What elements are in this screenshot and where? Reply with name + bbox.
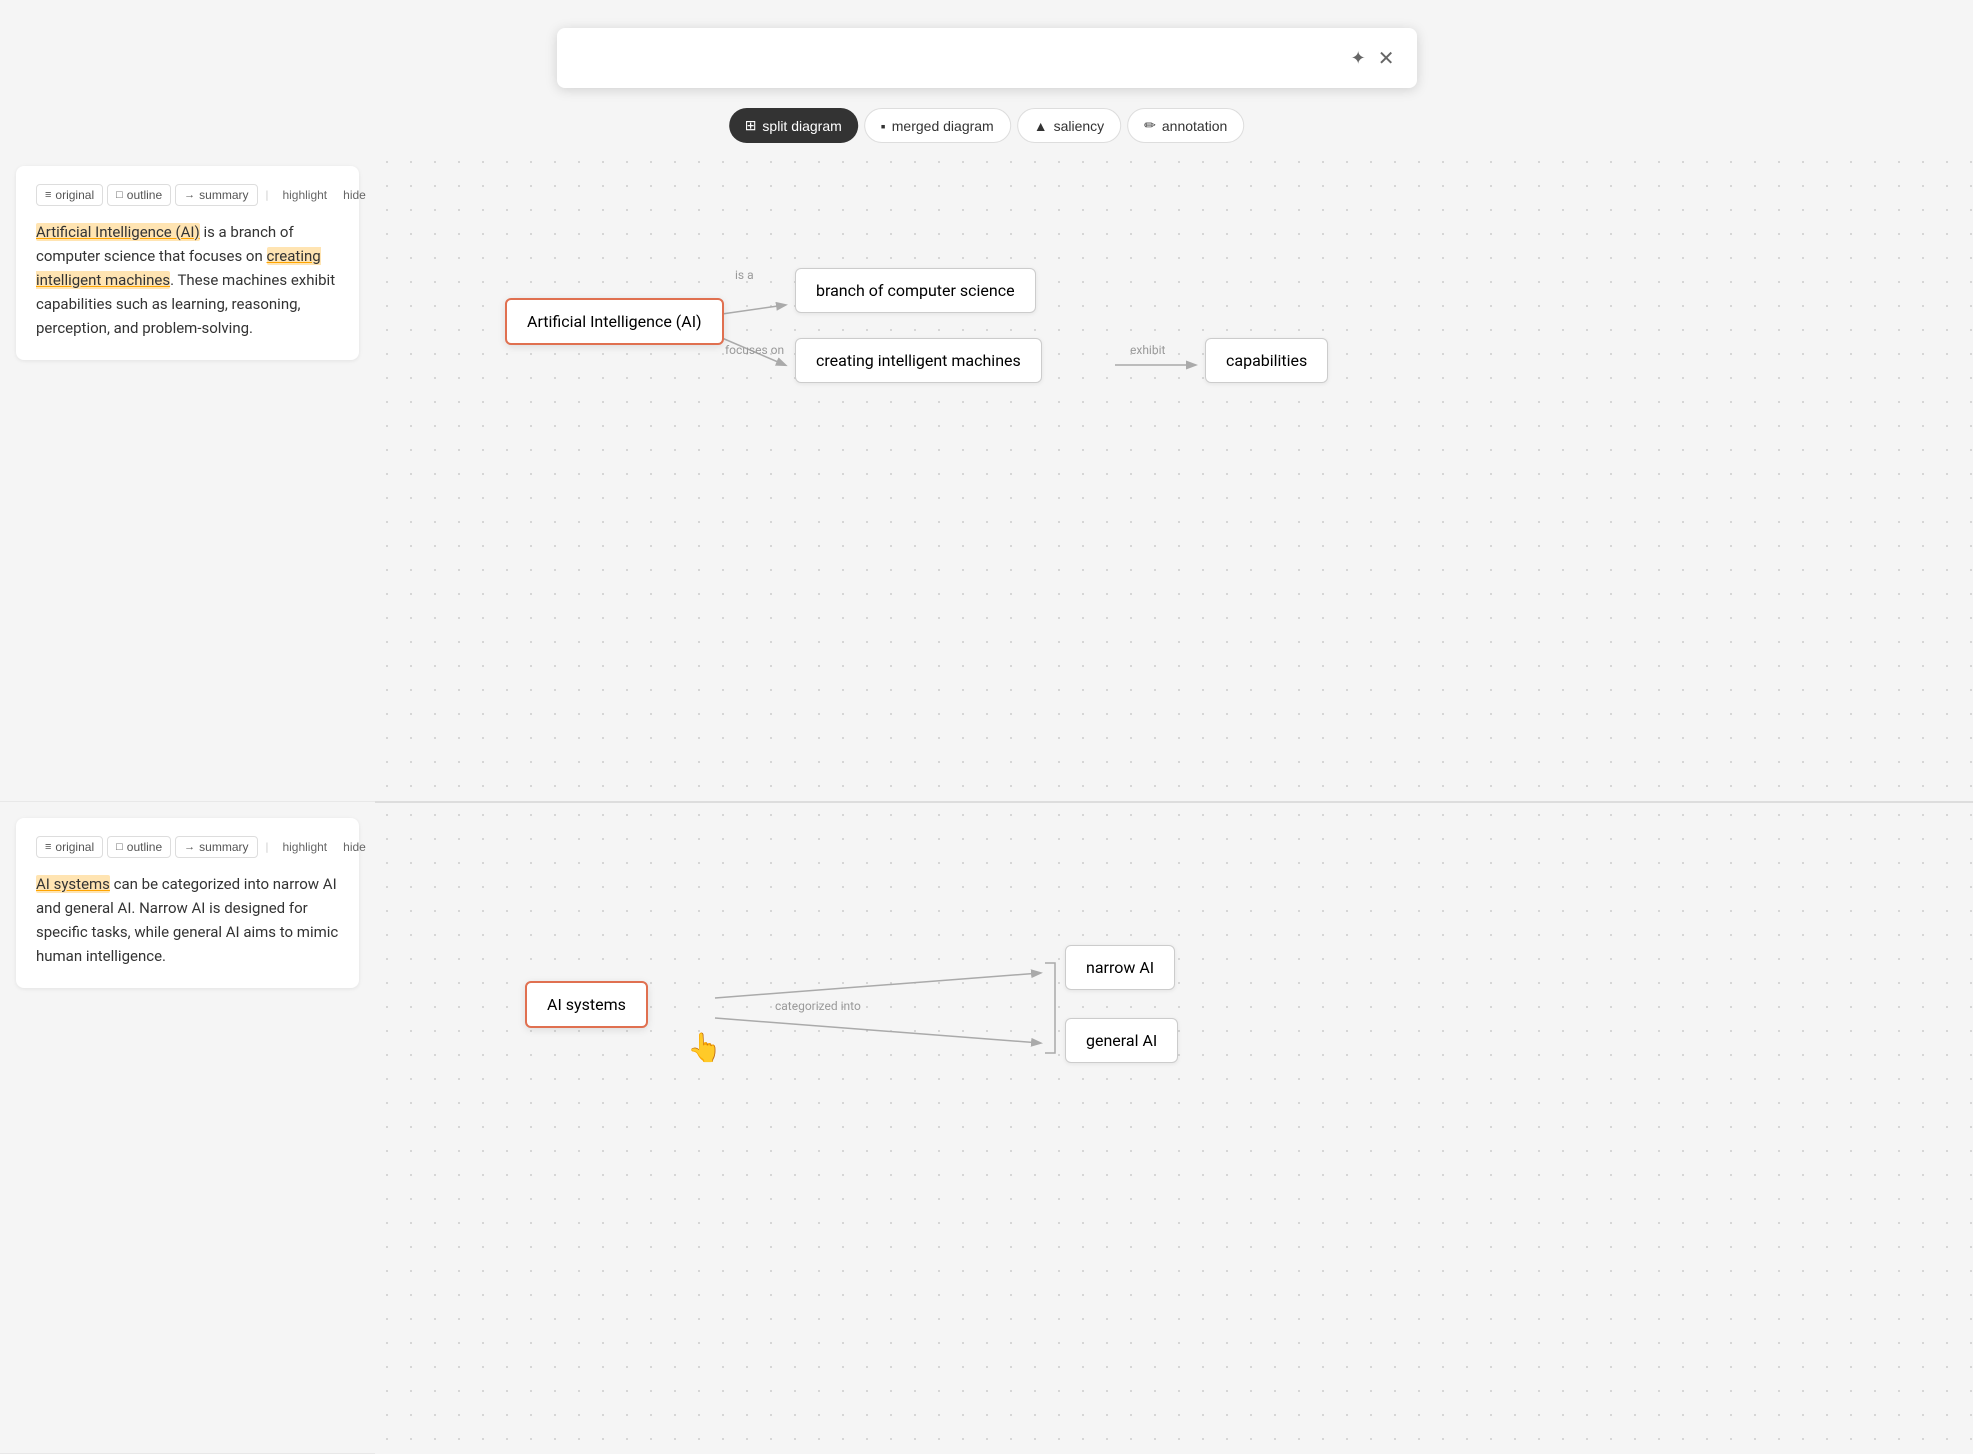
left-panel: ≡ original □ outline → summary | highlig… [0,150,375,1454]
node-capabilities-label: capabilities [1226,351,1307,370]
tab-summary-1[interactable]: → summary [175,184,257,206]
text-card-2: ≡ original □ outline → summary | highlig… [16,818,359,988]
edge-label-exhibit: exhibit [1130,343,1165,357]
diagram-content-1: Artificial Intelligence (AI) branch of c… [375,150,1973,801]
tab-outline-2[interactable]: □ outline [107,836,171,858]
outline-label-2: outline [127,840,162,854]
tab-original-1[interactable]: ≡ original [36,184,103,206]
diagram-svg-1 [375,150,1973,801]
diagram-svg-2 [375,803,1973,1454]
highlight-btn-2[interactable]: highlight [276,837,333,857]
divider-2: | [266,840,269,854]
original-icon-2: ≡ [45,841,51,853]
node-ai[interactable]: Artificial Intelligence (AI) [505,298,724,345]
summary-label-1: summary [199,188,248,202]
edge-label-focuses-on: focuses on [725,343,784,357]
node-narrow[interactable]: narrow AI [1065,945,1175,990]
card-text-2: AI systems can be categorized into narro… [36,872,339,968]
merged-diagram-icon: ▪ [881,118,886,134]
node-aisystems-label: AI systems [547,995,626,1014]
cursor-pointer: 👆 [687,1031,722,1064]
edge-label-categorized: categorized into [775,999,861,1013]
main-layout: ≡ original □ outline → summary | highlig… [0,150,1973,1454]
outline-label-1: outline [127,188,162,202]
toolbar: ⊞ split diagram ▪ merged diagram ▲ salie… [729,108,1245,143]
node-creating-label: creating intelligent machines [816,351,1021,370]
highlight-ai: Artificial Intelligence (AI) [36,223,200,241]
hide-btn-2[interactable]: hide [337,837,372,857]
hide-btn-1[interactable]: hide [337,185,372,205]
tab-original-2[interactable]: ≡ original [36,836,103,858]
tab-split-diagram[interactable]: ⊞ split diagram [729,108,858,143]
card-text-1: Artificial Intelligence (AI) is a branch… [36,220,339,340]
annotation-icon: ✏ [1144,117,1156,134]
search-bar-container: What is AI? ✦ ✕ [557,28,1417,88]
highlight-aisystems: AI systems [36,875,110,893]
left-section-1: ≡ original □ outline → summary | highlig… [0,150,375,802]
edge-label-is-a: is a [735,268,754,282]
node-ai-label: Artificial Intelligence (AI) [527,312,702,331]
card-tabs-1: ≡ original □ outline → summary | highlig… [36,184,339,206]
summary-label-2: summary [199,840,248,854]
divider-1: | [266,188,269,202]
search-box: What is AI? ✦ ✕ [557,28,1417,88]
wand-icon-button[interactable]: ✦ [1345,42,1372,75]
node-branch-label: branch of computer science [816,281,1015,300]
search-input[interactable]: What is AI? [573,47,1345,70]
tab-annotation-label: annotation [1162,118,1227,134]
outline-icon-2: □ [116,841,123,853]
summary-icon-1: → [184,189,195,201]
summary-icon-2: → [184,841,195,853]
tab-saliency[interactable]: ▲ saliency [1017,108,1121,143]
original-label-1: original [55,188,94,202]
tab-summary-2[interactable]: → summary [175,836,257,858]
tab-split-diagram-label: split diagram [762,118,841,134]
original-icon-1: ≡ [45,189,51,201]
left-section-2: ≡ original □ outline → summary | highlig… [0,802,375,1454]
card-tabs-2: ≡ original □ outline → summary | highlig… [36,836,339,858]
highlight-creating: creating intelligent machines [36,247,321,289]
tab-merged-diagram[interactable]: ▪ merged diagram [864,108,1011,143]
highlight-btn-1[interactable]: highlight [276,185,333,205]
node-creating[interactable]: creating intelligent machines [795,338,1042,383]
split-diagram-icon: ⊞ [745,117,757,134]
outline-icon-1: □ [116,189,123,201]
node-general-label: general AI [1086,1031,1157,1050]
node-capabilities[interactable]: capabilities [1205,338,1328,383]
text-card-1: ≡ original □ outline → summary | highlig… [16,166,359,360]
node-narrow-label: narrow AI [1086,958,1154,977]
diagram-content-2: AI systems narrow AI general AI categori… [375,803,1973,1454]
node-branch[interactable]: branch of computer science [795,268,1036,313]
diagram-2: AI systems narrow AI general AI categori… [375,803,1973,1454]
tab-annotation[interactable]: ✏ annotation [1127,108,1244,143]
close-button[interactable]: ✕ [1372,40,1401,77]
tab-outline-1[interactable]: □ outline [107,184,171,206]
right-panel: Artificial Intelligence (AI) branch of c… [375,150,1973,1454]
diagram-1: Artificial Intelligence (AI) branch of c… [375,150,1973,803]
tab-merged-diagram-label: merged diagram [892,118,994,134]
original-label-2: original [55,840,94,854]
tab-saliency-label: saliency [1054,118,1105,134]
saliency-icon: ▲ [1034,118,1048,134]
node-aisystems[interactable]: AI systems [525,981,648,1028]
node-general[interactable]: general AI [1065,1018,1178,1063]
